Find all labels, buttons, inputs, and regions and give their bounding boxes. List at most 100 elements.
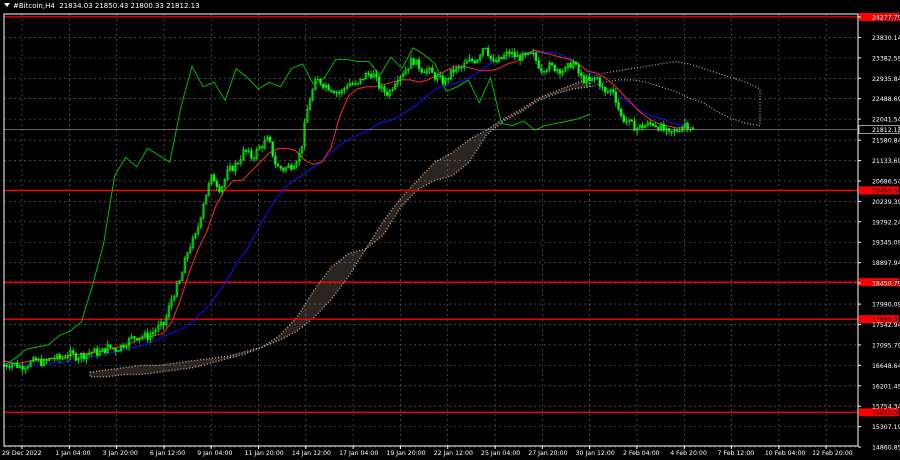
candle-body bbox=[617, 102, 620, 110]
candle-body bbox=[447, 78, 450, 80]
candle-body bbox=[367, 72, 370, 75]
candle-body bbox=[620, 108, 623, 116]
candle-body bbox=[133, 336, 136, 339]
y-tick-label: 16201.49 bbox=[872, 383, 900, 390]
candle-body bbox=[95, 348, 99, 356]
candle-body bbox=[651, 123, 655, 126]
candle-body bbox=[162, 321, 165, 326]
candle-body bbox=[375, 73, 378, 78]
candle-body bbox=[518, 55, 522, 61]
candle-body bbox=[598, 77, 602, 87]
candle-body bbox=[74, 353, 77, 361]
candle-body bbox=[550, 62, 554, 66]
candle-body bbox=[111, 347, 115, 349]
y-tick-label: 22935.84 bbox=[872, 76, 900, 83]
candle-body bbox=[231, 165, 234, 172]
candle-body bbox=[540, 68, 543, 72]
candle-body bbox=[452, 69, 455, 73]
x-tick-label: 7 Feb 12:00 bbox=[718, 450, 755, 457]
candle-body bbox=[441, 75, 445, 85]
candle-body bbox=[601, 86, 604, 88]
candle-body bbox=[383, 86, 386, 93]
candle-body bbox=[417, 59, 421, 70]
x-tick-label: 25 Jan 04:00 bbox=[481, 450, 520, 457]
candle-body bbox=[569, 63, 572, 68]
candle-body bbox=[420, 68, 423, 73]
candle-body bbox=[553, 64, 556, 72]
chart-grid bbox=[4, 14, 858, 448]
x-tick-label: 6 Jan 12:00 bbox=[150, 450, 185, 457]
candle-body bbox=[492, 58, 495, 61]
price-chart[interactable]: 24280.0020480.0018470.0017660.0015620.00… bbox=[0, 0, 900, 460]
candle-body bbox=[532, 52, 535, 54]
candle-body bbox=[109, 344, 112, 348]
candle-body bbox=[53, 357, 56, 360]
candle-body bbox=[16, 362, 19, 368]
candle-body bbox=[500, 56, 503, 60]
x-tick-label: 3 Jan 20:00 bbox=[103, 450, 138, 457]
level-label: 15620.00 bbox=[872, 410, 900, 417]
x-tick-label: 1 Jan 04:00 bbox=[55, 450, 90, 457]
candle-body bbox=[558, 69, 562, 74]
candle-body bbox=[606, 91, 610, 93]
y-tick-label: 15307.19 bbox=[872, 424, 900, 431]
x-tick-label: 11 Jan 20:00 bbox=[245, 450, 284, 457]
candle-body bbox=[290, 164, 293, 170]
candle-body bbox=[582, 75, 586, 83]
y-tick-label: 24277.79 bbox=[872, 15, 900, 22]
candle-body bbox=[327, 84, 330, 91]
x-tick-label: 2 Feb 04:00 bbox=[623, 450, 660, 457]
cloud-band bbox=[89, 76, 591, 378]
candle-body bbox=[487, 47, 490, 56]
candle-body bbox=[542, 71, 546, 73]
x-tick-label: 19 Jan 20:00 bbox=[386, 450, 425, 457]
candle-body bbox=[114, 348, 117, 352]
candle-body bbox=[604, 87, 607, 93]
y-tick-label: 15754.34 bbox=[872, 404, 900, 411]
candle-body bbox=[588, 77, 591, 81]
candle-body bbox=[423, 71, 426, 74]
candle-body bbox=[45, 359, 48, 361]
candle-body bbox=[494, 60, 498, 63]
x-tick-label: 4 Feb 20:00 bbox=[670, 450, 707, 457]
y-tick-label: 20239.39 bbox=[872, 199, 900, 206]
x-tick-label: 22 Jan 12:00 bbox=[434, 450, 473, 457]
candle-body bbox=[630, 119, 633, 122]
candle-body bbox=[5, 365, 8, 367]
y-tick-label: 23830.14 bbox=[872, 35, 900, 42]
last-price-label: 21812.13 bbox=[872, 127, 900, 134]
candle-body bbox=[330, 89, 333, 92]
y-tick-label: 19792.24 bbox=[872, 219, 900, 226]
candle-body bbox=[412, 58, 415, 65]
candle-body bbox=[529, 52, 532, 54]
candle-body bbox=[244, 149, 248, 152]
candle-body bbox=[580, 72, 583, 76]
cloud-fill bbox=[90, 77, 590, 377]
candle-body bbox=[319, 78, 322, 85]
x-tick-label: 27 Jan 20:00 bbox=[528, 450, 567, 457]
candle-body bbox=[513, 52, 516, 58]
x-tick-label: 30 Jan 12:00 bbox=[576, 450, 615, 457]
candle-body bbox=[361, 78, 365, 81]
y-tick-label: 22041.54 bbox=[872, 117, 900, 124]
candle-body bbox=[260, 146, 264, 148]
candle-body bbox=[64, 357, 67, 359]
tenkan-sen-line bbox=[3, 49, 693, 364]
y-tick-label: 18897.94 bbox=[872, 260, 900, 267]
candle-body bbox=[276, 164, 280, 167]
y-tick-label: 18450.79 bbox=[872, 281, 900, 288]
candle-body bbox=[614, 91, 618, 103]
candle-body bbox=[524, 52, 527, 55]
candle-body bbox=[622, 115, 625, 122]
candle-body bbox=[21, 365, 24, 370]
candle-body bbox=[534, 52, 538, 61]
x-tick-label: 10 Feb 04:00 bbox=[765, 450, 806, 457]
candle-body bbox=[252, 157, 256, 160]
candle-body bbox=[369, 74, 373, 78]
candle-body bbox=[82, 353, 85, 360]
candle-body bbox=[8, 366, 11, 368]
candle-body bbox=[385, 91, 389, 96]
y-tick-label: 17990.09 bbox=[872, 302, 900, 309]
candle-body bbox=[103, 348, 107, 353]
candle-body bbox=[654, 125, 657, 128]
